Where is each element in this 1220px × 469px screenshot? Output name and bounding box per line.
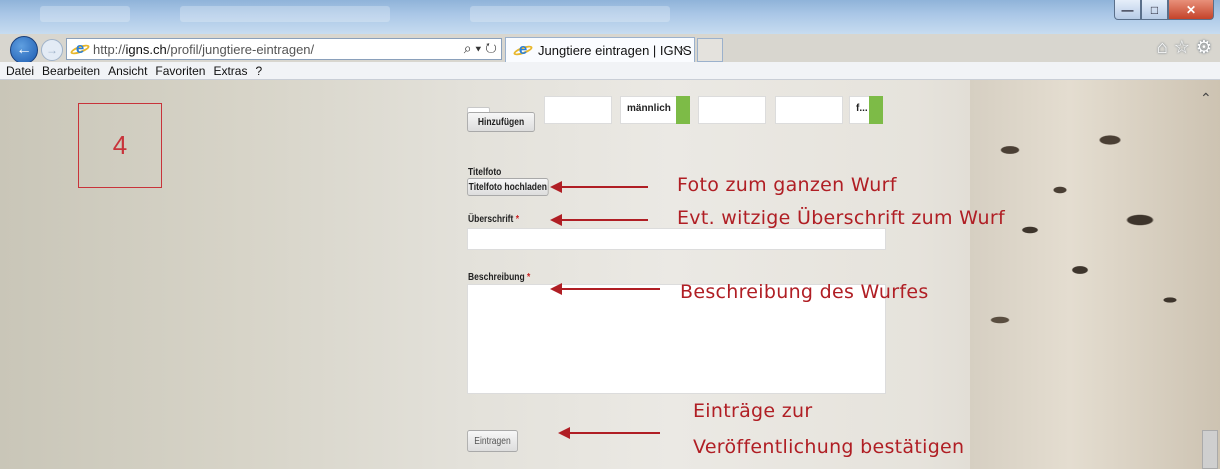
submit-button[interactable]: Eintragen [467, 430, 518, 452]
scroll-up-icon[interactable]: ⌃ [1200, 90, 1212, 107]
tab-close-icon[interactable]: × [678, 42, 686, 57]
ie-logo-icon: e [69, 41, 91, 57]
window-titlebar: — □ ✕ [0, 0, 1220, 34]
tab-title: Jungtiere eintragen | IGNS [538, 42, 692, 58]
new-tab-button[interactable] [697, 38, 723, 62]
close-window-button[interactable]: ✕ [1168, 0, 1214, 20]
female-count-field[interactable] [775, 96, 843, 124]
gender-male-text: männlich [627, 103, 671, 114]
maximize-button[interactable]: □ [1141, 0, 1168, 20]
title-photo-label: Titelfoto [468, 167, 502, 178]
menu-extras[interactable]: Extras [213, 64, 247, 78]
annotation-heading: Evt. witzige Überschrift zum Wurf [677, 207, 1005, 229]
gender-male-label: männlich [620, 96, 678, 124]
title-photo-upload-button[interactable]: Titelfoto hochladen [467, 178, 549, 196]
gear-icon[interactable]: ⚙ [1196, 37, 1212, 58]
home-icon[interactable]: ⌂ [1157, 37, 1168, 58]
browser-tab-active[interactable]: e Jungtiere eintragen | IGNS × [505, 37, 695, 62]
background-fur-image [970, 80, 1220, 469]
step-number: 4 [112, 130, 128, 160]
menu-bar: Datei Bearbeiten Ansicht Favoriten Extra… [0, 62, 1220, 80]
minimize-button[interactable]: — [1114, 0, 1141, 20]
add-button[interactable]: Hinzufügen [467, 112, 535, 132]
page-content: ⌃ 4 Hinzufügen männlich f... Titelfoto T… [0, 80, 1220, 469]
description-label: Beschreibung * [468, 272, 530, 283]
annotation-description: Beschreibung des Wurfes [680, 281, 929, 303]
heading-input[interactable] [467, 228, 886, 250]
annotation-arrow-description [550, 283, 660, 295]
scrollbar-thumb[interactable] [1202, 430, 1218, 469]
annotation-submit-line1: Einträge zur [693, 400, 813, 422]
description-label-text: Beschreibung [468, 272, 525, 283]
annotation-arrow-submit [558, 427, 660, 439]
step-number-box: 4 [78, 103, 162, 188]
litter-count-field[interactable] [544, 96, 612, 124]
required-marker: * [527, 272, 531, 283]
annotation-arrow-photo [550, 181, 648, 193]
heading-label-text: Überschrift [468, 214, 514, 225]
annotation-photo: Foto zum ganzen Wurf [677, 174, 897, 196]
menu-favoriten[interactable]: Favoriten [155, 64, 205, 78]
menu-ansicht[interactable]: Ansicht [108, 64, 147, 78]
menu-help[interactable]: ? [255, 64, 262, 78]
back-button[interactable]: ← [10, 36, 38, 64]
arrow-left-icon: ← [16, 41, 32, 58]
favorites-star-icon[interactable]: ☆ [1174, 37, 1190, 58]
gender-male-toggle[interactable] [676, 96, 690, 124]
url-text: http://igns.ch/profil/jungtiere-eintrage… [93, 41, 315, 57]
ie-logo-icon: e [512, 42, 534, 58]
gender-female-label: f... [849, 96, 871, 124]
arrow-right-icon: → [46, 43, 58, 57]
male-count-field[interactable] [698, 96, 766, 124]
annotation-arrow-heading [550, 214, 648, 226]
search-refresh-icons[interactable]: ⌕ ▾ ↻ [464, 40, 497, 57]
background-taskbar-item [40, 6, 130, 22]
menu-datei[interactable]: Datei [6, 64, 34, 78]
gender-female-toggle[interactable] [869, 96, 883, 124]
background-taskbar-item [180, 6, 390, 22]
browser-toolbar-icons: ⌂ ☆ ⚙ [1157, 37, 1212, 58]
background-taskbar-item [470, 6, 670, 22]
gender-female-text: f... [856, 103, 868, 114]
forward-button[interactable]: → [41, 39, 63, 61]
annotation-submit-line2: Veröffentlichung bestätigen [693, 436, 965, 458]
menu-bearbeiten[interactable]: Bearbeiten [42, 64, 100, 78]
heading-label: Überschrift * [468, 214, 519, 225]
window-controls: — □ ✕ [1114, 0, 1214, 22]
required-marker: * [515, 214, 520, 225]
address-bar[interactable]: e http://igns.ch/profil/jungtiere-eintra… [66, 38, 502, 60]
